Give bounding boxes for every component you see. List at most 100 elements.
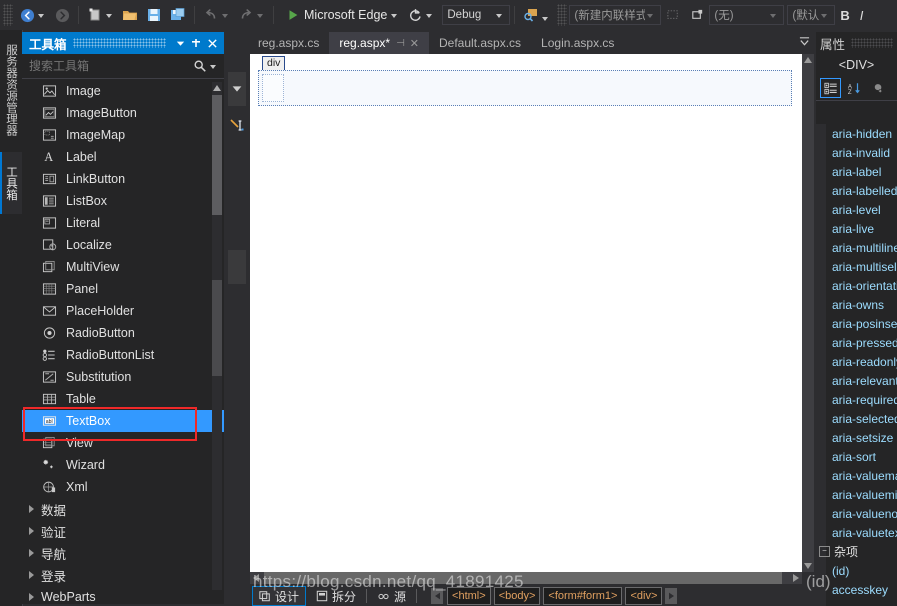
property-row[interactable]: aria-valuemax bbox=[816, 466, 897, 485]
redo-button[interactable] bbox=[234, 3, 269, 27]
search-icon[interactable] bbox=[192, 58, 208, 74]
nav-back-button[interactable] bbox=[15, 3, 50, 27]
toolbox-category-4[interactable]: WebParts bbox=[22, 586, 224, 604]
back-dropdown-caret[interactable] bbox=[38, 13, 44, 18]
toolbox-scroll-up-icon[interactable] bbox=[212, 82, 222, 93]
save-button[interactable] bbox=[142, 3, 166, 27]
strip-button-1[interactable] bbox=[228, 72, 246, 106]
properties-object-name[interactable]: <DIV> bbox=[816, 54, 897, 76]
restart-button[interactable] bbox=[403, 3, 438, 27]
property-row[interactable]: aria-label bbox=[816, 162, 897, 181]
toolbox-item-panel[interactable]: Panel bbox=[22, 278, 224, 300]
font-size-caret[interactable] bbox=[821, 13, 828, 18]
target-rule-caret[interactable] bbox=[770, 13, 777, 18]
toolbox-close-icon[interactable] bbox=[204, 35, 220, 51]
property-row[interactable]: aria-valuemin bbox=[816, 485, 897, 504]
restart-caret[interactable] bbox=[426, 13, 433, 18]
new-item-caret[interactable] bbox=[106, 13, 112, 18]
view-button-design[interactable]: 设计 bbox=[252, 586, 307, 606]
toolbox-category-1[interactable]: 验证 bbox=[22, 520, 224, 542]
find-caret[interactable] bbox=[542, 17, 549, 21]
toolbox-item-linkbutton[interactable]: LinkButton bbox=[22, 168, 224, 190]
property-row[interactable]: aria-readonly bbox=[816, 352, 897, 371]
italic-button[interactable]: I bbox=[855, 8, 869, 23]
manage-styles-button[interactable] bbox=[685, 3, 709, 27]
strip-button-2[interactable] bbox=[228, 250, 246, 284]
property-row[interactable]: aria-selected bbox=[816, 409, 897, 428]
breadcrumb-tag-3[interactable]: <div> bbox=[625, 587, 663, 605]
vtab-server-explorer[interactable]: 服务器资源管理器 bbox=[0, 34, 22, 146]
breadcrumb-tag-2[interactable]: <form#form1> bbox=[543, 587, 623, 605]
div-region[interactable] bbox=[258, 70, 792, 106]
toolbox-category-0[interactable]: 数据 bbox=[22, 498, 224, 520]
property-row[interactable]: aria-sort bbox=[816, 447, 897, 466]
toolbox-item-view[interactable]: View bbox=[22, 432, 224, 454]
toolbar-grip-2[interactable] bbox=[557, 4, 568, 26]
toolbox-item-xml[interactable]: Xml bbox=[22, 476, 224, 498]
save-all-button[interactable] bbox=[166, 3, 190, 27]
toolbox-item-listbox[interactable]: ListBox bbox=[22, 190, 224, 212]
property-row[interactable]: aria-live bbox=[816, 219, 897, 238]
editor-tab-2[interactable]: Default.aspx.cs bbox=[429, 32, 531, 54]
editor-scroll-up-icon[interactable] bbox=[802, 54, 814, 66]
categorized-view-icon[interactable] bbox=[820, 78, 841, 98]
undo-button[interactable] bbox=[199, 3, 234, 27]
property-row[interactable]: aria-multiline bbox=[816, 238, 897, 257]
tab-pin-icon[interactable]: ⊣ bbox=[396, 38, 405, 49]
editor-scroll-left-icon[interactable] bbox=[250, 572, 262, 584]
toolbox-item-substitution[interactable]: Substitution bbox=[22, 366, 224, 388]
font-size-combo[interactable]: (默认大小) bbox=[787, 5, 836, 25]
find-in-files-button[interactable] bbox=[519, 3, 554, 27]
toolbox-item-radiobutton[interactable]: RadioButton bbox=[22, 322, 224, 344]
editor-scroll-down-icon[interactable] bbox=[802, 560, 814, 572]
toolbox-scroll-thumb[interactable] bbox=[212, 95, 222, 215]
breadcrumb-scroll-left-icon[interactable] bbox=[431, 588, 444, 604]
editor-vertical-scrollbar[interactable] bbox=[802, 54, 814, 572]
properties-wrench-icon[interactable] bbox=[866, 79, 885, 97]
properties-drag-handle[interactable] bbox=[851, 38, 893, 48]
property-row[interactable]: aria-owns bbox=[816, 295, 897, 314]
toolbox-category-3[interactable]: 登录 bbox=[22, 564, 224, 586]
redo-caret[interactable] bbox=[257, 13, 263, 18]
toolbox-scrollbar[interactable] bbox=[212, 82, 222, 590]
configuration-caret[interactable] bbox=[496, 13, 503, 18]
toolbox-scroll-thumb-lower[interactable] bbox=[212, 280, 222, 376]
breadcrumb-tag-0[interactable]: <html> bbox=[447, 587, 491, 605]
target-rule-combo[interactable]: (无) bbox=[709, 5, 785, 25]
run-button[interactable]: Microsoft Edge bbox=[278, 3, 403, 27]
property-row[interactable]: aria-multiselectable bbox=[816, 257, 897, 276]
tab-overflow-menu-icon[interactable] bbox=[799, 36, 810, 50]
configuration-combo[interactable]: Debug bbox=[442, 5, 511, 25]
run-target-caret[interactable] bbox=[391, 13, 398, 18]
toolbox-item-radiobuttonlist[interactable]: RadioButtonList bbox=[22, 344, 224, 366]
alphabetical-sort-icon[interactable]: AZ bbox=[844, 79, 863, 97]
property-row[interactable]: aria-relevant bbox=[816, 371, 897, 390]
property-row[interactable]: aria-valuenow bbox=[816, 504, 897, 523]
toolbox-item-label[interactable]: A Label bbox=[22, 146, 224, 168]
editor-tab-0[interactable]: reg.aspx.cs bbox=[248, 32, 329, 54]
design-canvas[interactable]: div bbox=[250, 54, 802, 572]
toolbar-grip[interactable] bbox=[3, 4, 13, 26]
collapse-box-icon[interactable]: − bbox=[819, 546, 830, 557]
toolbox-search-input[interactable] bbox=[27, 58, 192, 74]
bold-button[interactable]: B bbox=[835, 8, 854, 23]
tab-close-icon[interactable]: ✕ bbox=[410, 37, 419, 50]
property-row[interactable]: aria-orientation bbox=[816, 276, 897, 295]
undo-caret[interactable] bbox=[222, 13, 228, 18]
editor-scroll-right-icon[interactable] bbox=[790, 572, 802, 584]
editor-horizontal-scrollbar[interactable] bbox=[250, 572, 802, 584]
property-row[interactable]: aria-setsize bbox=[816, 428, 897, 447]
toolbox-item-imagebutton[interactable]: ImageButton bbox=[22, 102, 224, 124]
toolbox-menu-icon[interactable] bbox=[172, 35, 188, 51]
toolbox-item-table[interactable]: Table bbox=[22, 388, 224, 410]
property-row[interactable]: aria-level bbox=[816, 200, 897, 219]
view-button-split[interactable]: 拆分 bbox=[310, 587, 362, 605]
property-row[interactable]: aria-invalid bbox=[816, 143, 897, 162]
toolbox-category-2[interactable]: 导航 bbox=[22, 542, 224, 564]
toolbox-item-wizard[interactable]: Wizard bbox=[22, 454, 224, 476]
toolbox-item-multiview[interactable]: MultiView bbox=[22, 256, 224, 278]
nav-forward-button[interactable] bbox=[50, 3, 74, 27]
toolbox-item-textbox[interactable]: abl TextBox bbox=[22, 410, 224, 432]
property-row[interactable]: aria-labelledby bbox=[816, 181, 897, 200]
property-row[interactable]: aria-hidden bbox=[816, 124, 897, 143]
